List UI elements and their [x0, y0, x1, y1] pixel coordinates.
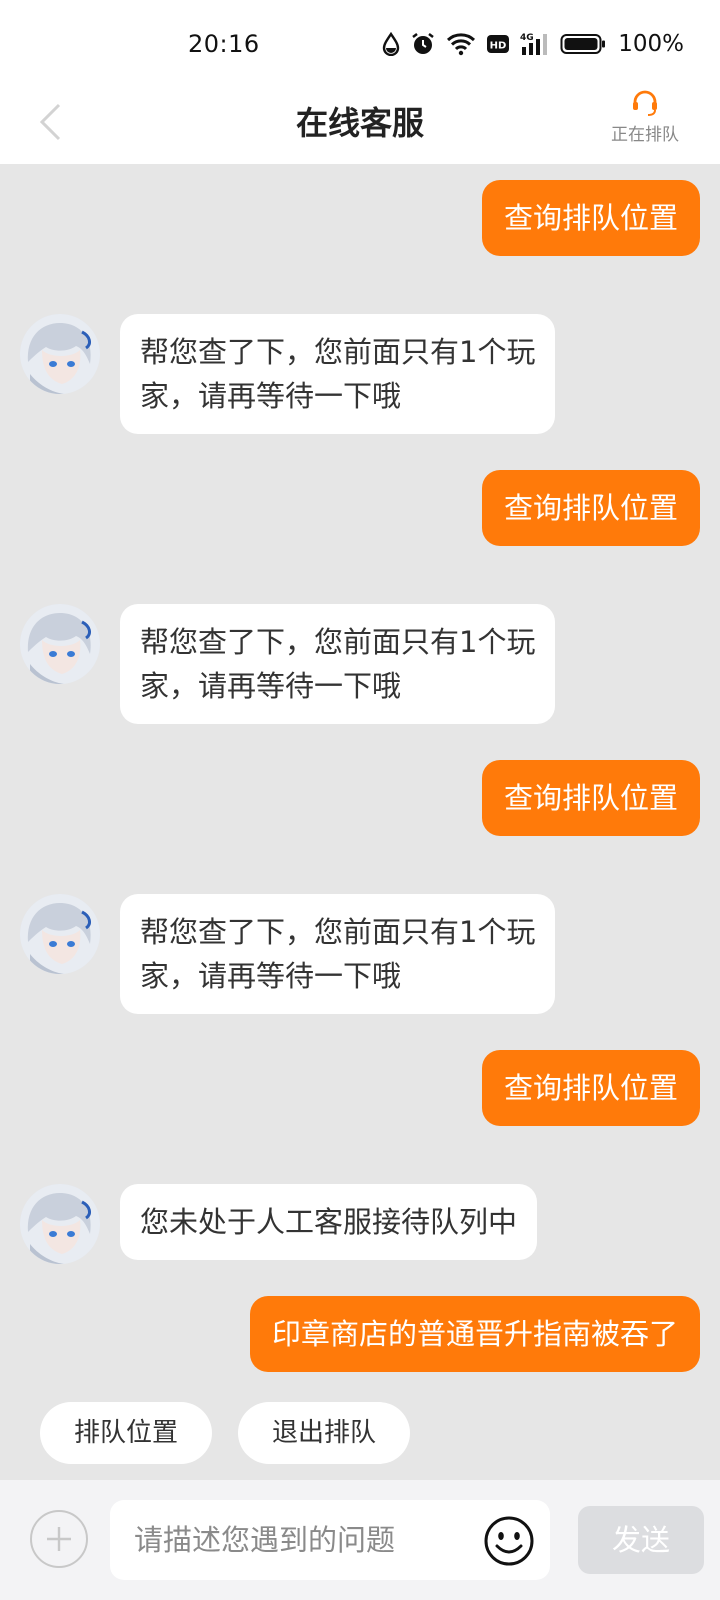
svg-text:4G: 4G: [520, 33, 534, 43]
agent-avatar[interactable]: [20, 604, 100, 684]
message-text: 查询排队位置: [503, 201, 678, 235]
user-message-bubble: 查询排队位置: [481, 760, 700, 836]
message-text-line: 帮您查了下，您前面只有1个玩: [140, 915, 536, 949]
input-bar: 发送: [0, 1480, 720, 1600]
avatar-image: [20, 1184, 100, 1264]
agent-message-bubble: 帮您查了下，您前面只有1个玩 家，请再等待一下哦: [120, 314, 556, 434]
message-text-line: 帮您查了下，您前面只有1个玩: [140, 625, 536, 659]
hd-icon: HD: [487, 35, 510, 53]
avatar-image: [20, 894, 100, 974]
agent-message-bubble: 您未处于人工客服接待队列中: [120, 1184, 538, 1260]
message-text: 查询排队位置: [503, 1071, 678, 1105]
message-text-line: 帮您查了下，您前面只有1个玩: [140, 335, 536, 369]
exit-queue-button[interactable]: 退出排队: [238, 1402, 410, 1464]
message-input-box[interactable]: [110, 1500, 550, 1580]
headset-icon: [633, 90, 657, 116]
message-text: 您未处于人工客服接待队列中: [140, 1205, 518, 1239]
agent-avatar[interactable]: [20, 314, 100, 394]
queue-position-button[interactable]: 排队位置: [40, 1402, 212, 1464]
battery-icon: [560, 34, 606, 54]
send-button[interactable]: 发送: [578, 1506, 704, 1574]
user-message-bubble: 查询排队位置: [481, 1050, 700, 1126]
message-text-line: 家，请再等待一下哦: [140, 669, 402, 703]
agent-message-bubble: 帮您查了下，您前面只有1个玩 家，请再等待一下哦: [120, 894, 556, 1014]
queue-status-label: 正在排队: [611, 125, 679, 145]
avatar-image: [20, 314, 100, 394]
agent-avatar[interactable]: [20, 1184, 100, 1264]
user-message-bubble: 查询排队位置: [481, 180, 700, 256]
message-text-line: 家，请再等待一下哦: [140, 379, 402, 413]
message-text: 查询排队位置: [503, 491, 678, 525]
wifi-icon: [447, 33, 476, 56]
battery-percent: 100%: [618, 31, 684, 57]
user-message-bubble: 查询排队位置: [481, 470, 700, 546]
drop-icon: [383, 32, 400, 56]
agent-message-bubble: 帮您查了下，您前面只有1个玩 家，请再等待一下哦: [120, 604, 556, 724]
status-icons: HD 4G 100%: [382, 28, 684, 60]
status-bar: 20:16 HD 4G 100%: [0, 0, 720, 80]
avatar-image: [20, 604, 100, 684]
nav-bar: 在线客服 正在排队: [0, 80, 720, 164]
attach-button[interactable]: [30, 1510, 88, 1568]
smiley-icon: [484, 1516, 534, 1566]
agent-avatar[interactable]: [20, 894, 100, 974]
message-input[interactable]: [134, 1500, 464, 1580]
queue-status[interactable]: 正在排队: [600, 88, 690, 145]
message-text-line: 家，请再等待一下哦: [140, 959, 402, 993]
plus-icon: [47, 1527, 71, 1551]
alarm-icon: [412, 33, 434, 54]
signal-4g-icon: 4G: [520, 33, 548, 55]
user-message-bubble: 印章商店的普通晋升指南被吞了: [249, 1296, 700, 1372]
svg-text:HD: HD: [490, 41, 507, 52]
message-text: 查询排队位置: [503, 781, 678, 815]
emoji-button[interactable]: [482, 1514, 536, 1568]
status-time: 20:16: [188, 30, 260, 58]
message-text: 印章商店的普通晋升指南被吞了: [271, 1317, 678, 1351]
